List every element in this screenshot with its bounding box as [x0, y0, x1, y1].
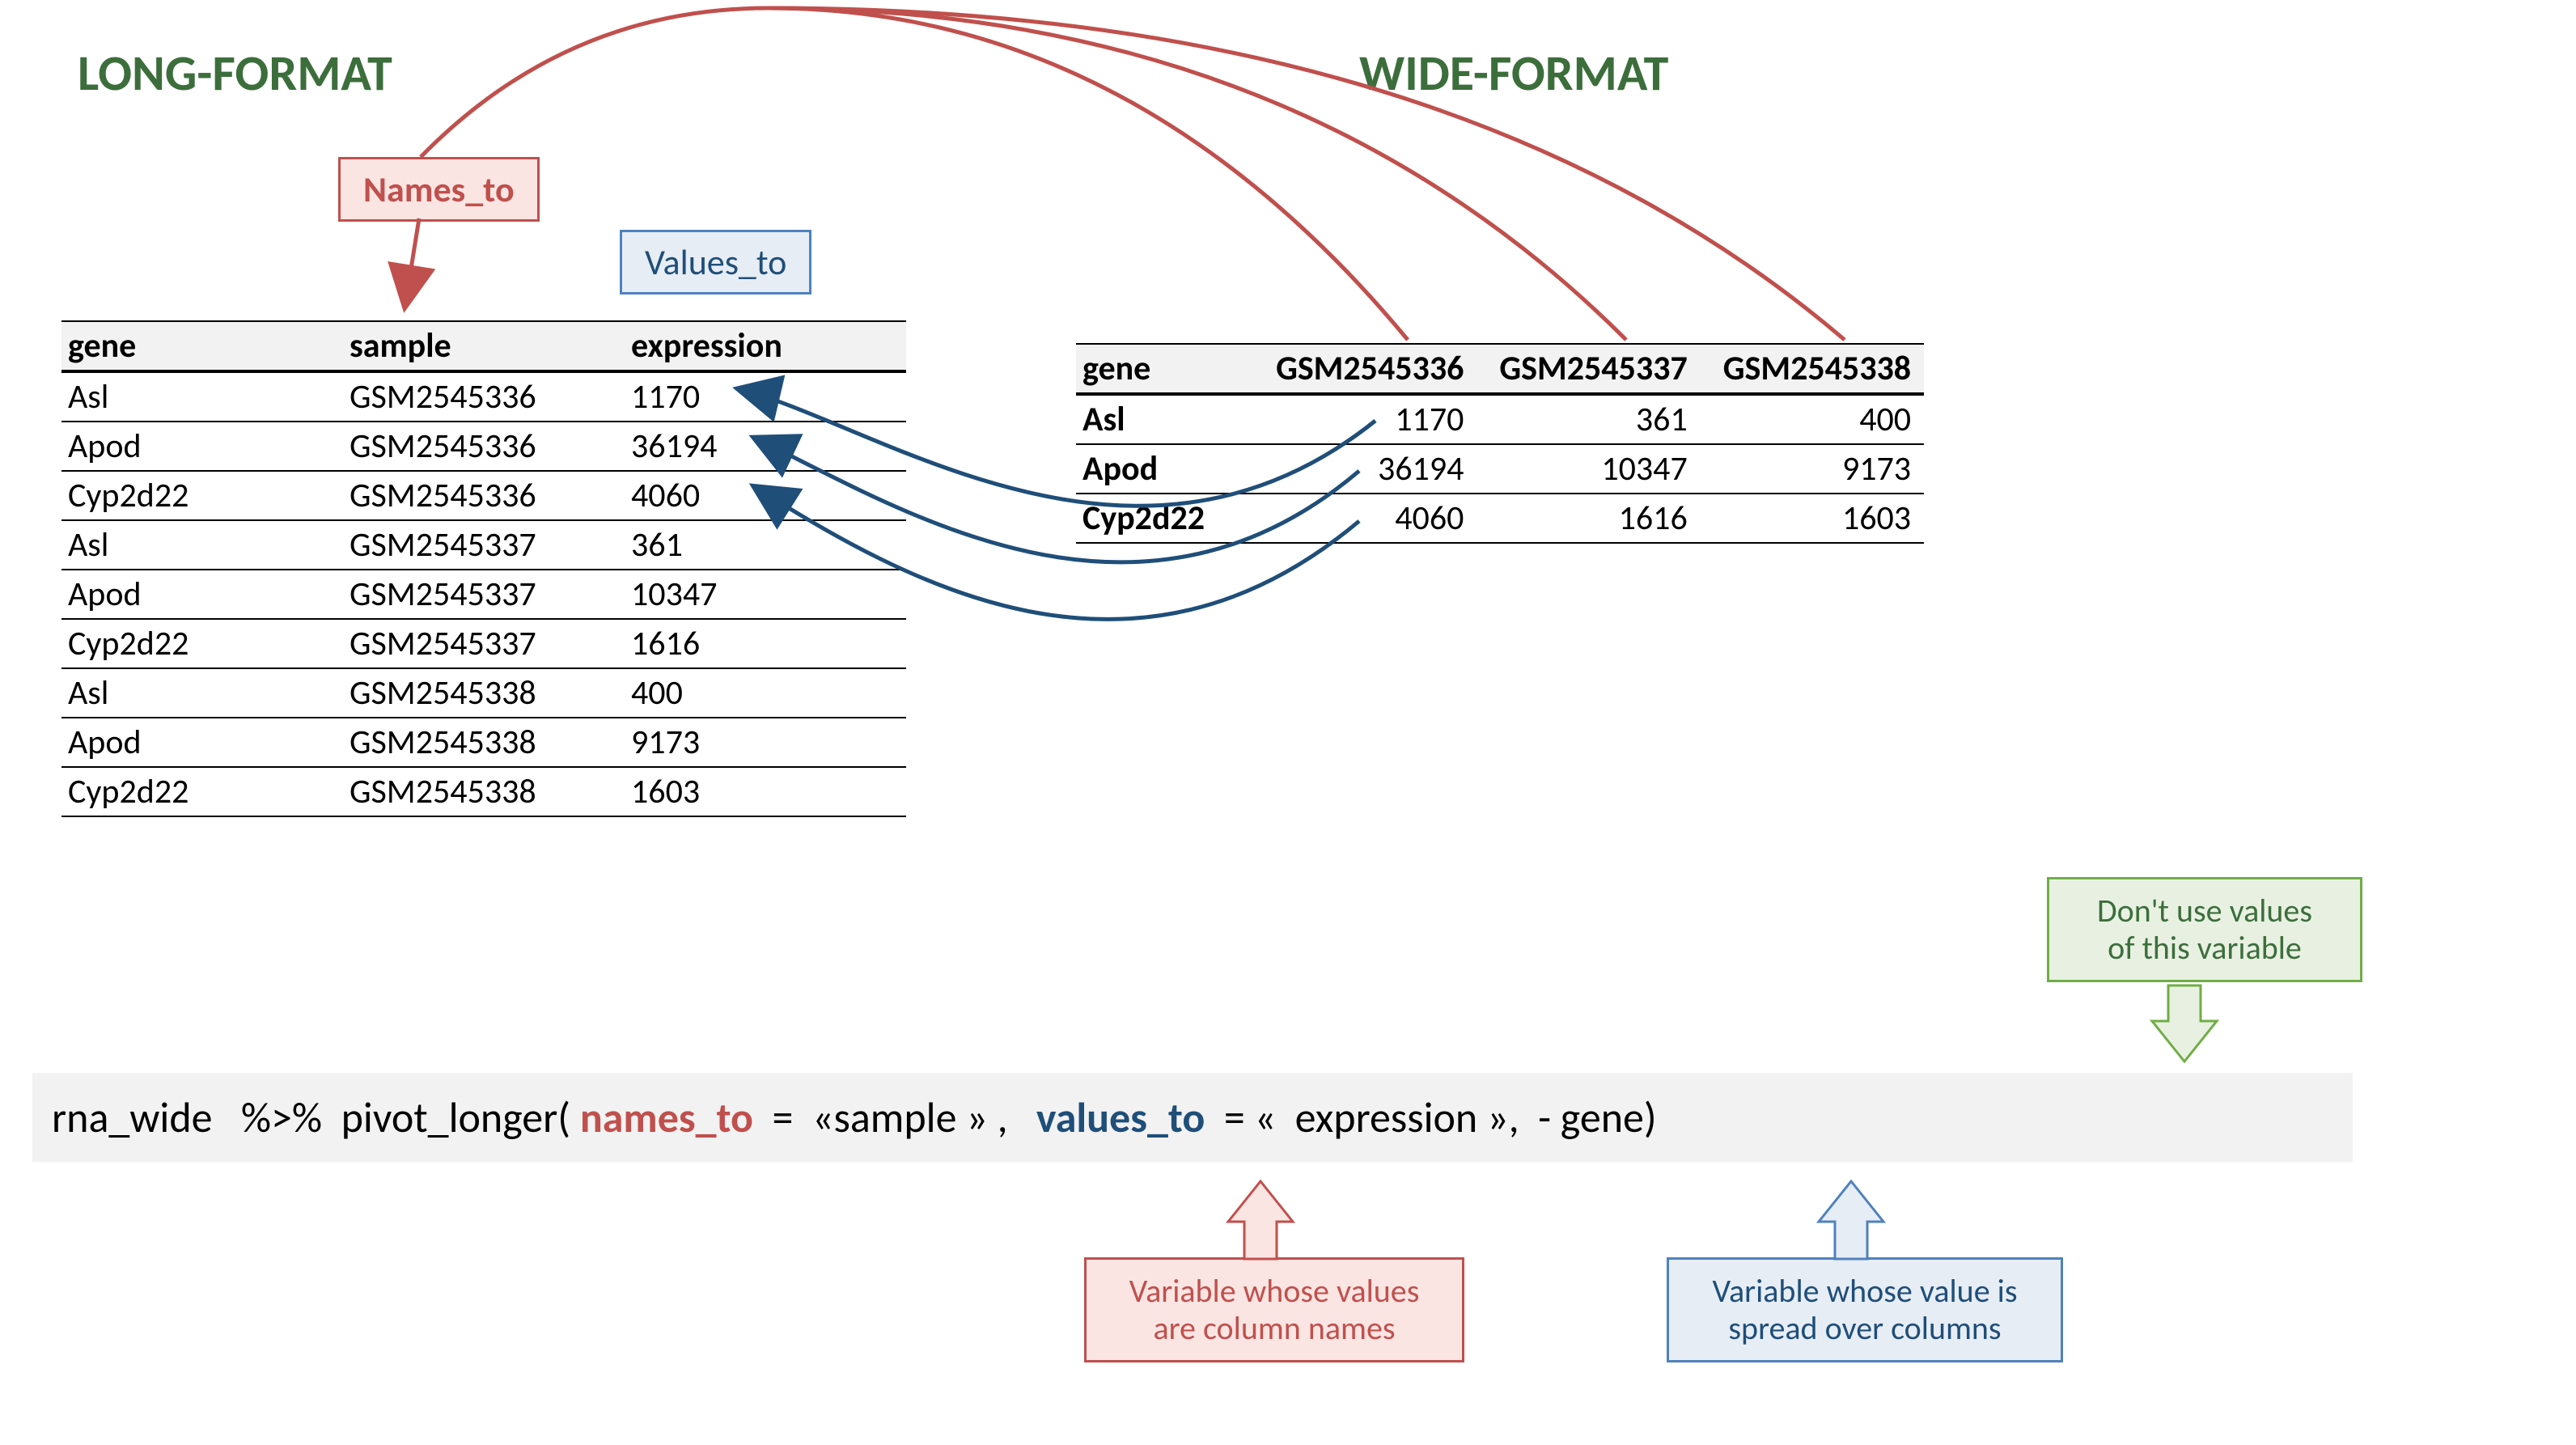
- table-row: Apod36194103479173: [1076, 444, 1924, 494]
- table-cell: 400: [1701, 394, 1924, 444]
- table-row: Cyp2d22GSM25453364060: [61, 471, 906, 520]
- wide-header-c1: GSM2545336: [1253, 344, 1477, 394]
- table-cell: 36194: [625, 422, 906, 471]
- table-cell: Apod: [61, 570, 343, 619]
- wide-header-gene: gene: [1076, 344, 1253, 394]
- table-cell: GSM2545338: [343, 718, 625, 767]
- code-bar: rna_wide %>% pivot_longer( names_to = «s…: [32, 1073, 2353, 1162]
- code-text-2: = «sample » ,: [753, 1091, 1036, 1143]
- code-text-3: = « expression », - gene): [1205, 1091, 1656, 1143]
- table-cell: Asl: [61, 668, 343, 718]
- table-row: AslGSM25453361170: [61, 371, 906, 422]
- table-cell: GSM2545337: [343, 520, 625, 570]
- table-cell: GSM2545336: [343, 371, 625, 422]
- table-cell: 361: [1477, 394, 1700, 444]
- values-to-label-box: Values_to: [620, 230, 811, 295]
- table-row: Asl1170361400: [1076, 394, 1924, 444]
- table-cell: Cyp2d22: [61, 619, 343, 668]
- table-cell: 1603: [625, 767, 906, 816]
- table-row: ApodGSM254533636194: [61, 422, 906, 471]
- table-cell: 9173: [625, 718, 906, 767]
- long-format-title: LONG-FORMAT: [78, 42, 392, 104]
- long-header-gene: gene: [61, 321, 343, 371]
- callout-values-to: Variable whose value isspread over colum…: [1667, 1257, 2063, 1362]
- names-to-label-box: Names_to: [338, 157, 540, 222]
- callout-names-to: Variable whose valuesare column names: [1084, 1257, 1464, 1362]
- long-format-table: gene sample expression AslGSM25453361170…: [61, 320, 906, 817]
- table-row: AslGSM2545338400: [61, 668, 906, 718]
- code-text-1: rna_wide %>% pivot_longer(: [52, 1091, 580, 1143]
- table-row: AslGSM2545337361: [61, 520, 906, 570]
- callout-blue-arrow-icon: [1819, 1181, 1883, 1259]
- table-cell: 1170: [625, 371, 906, 422]
- table-cell: 1170: [1253, 394, 1477, 444]
- table-cell: Cyp2d22: [1076, 494, 1253, 543]
- wide-header-c2: GSM2545337: [1477, 344, 1700, 394]
- table-cell: 1616: [625, 619, 906, 668]
- code-values-to: values_to: [1036, 1091, 1205, 1143]
- table-cell: GSM2545336: [343, 422, 625, 471]
- table-cell: GSM2545338: [343, 767, 625, 816]
- table-row: Cyp2d22406016161603: [1076, 494, 1924, 543]
- table-cell: Apod: [61, 422, 343, 471]
- table-cell: 400: [625, 668, 906, 718]
- long-header-expression: expression: [625, 321, 906, 371]
- table-cell: GSM2545336: [343, 471, 625, 520]
- table-cell: GSM2545338: [343, 668, 625, 718]
- table-cell: Cyp2d22: [61, 767, 343, 816]
- table-cell: 1616: [1477, 494, 1700, 543]
- long-header-sample: sample: [343, 321, 625, 371]
- table-row: Cyp2d22GSM25453371616: [61, 619, 906, 668]
- callout-red-arrow-icon: [1228, 1181, 1293, 1259]
- wide-header-c3: GSM2545338: [1701, 344, 1924, 394]
- table-cell: Apod: [1076, 444, 1253, 494]
- table-cell: GSM2545337: [343, 619, 625, 668]
- wide-format-title: WIDE-FORMAT: [1359, 42, 1668, 104]
- table-row: ApodGSM25453389173: [61, 718, 906, 767]
- table-cell: Cyp2d22: [61, 471, 343, 520]
- table-cell: 36194: [1253, 444, 1477, 494]
- table-cell: Asl: [61, 520, 343, 570]
- table-cell: Asl: [61, 371, 343, 422]
- table-cell: 361: [625, 520, 906, 570]
- table-cell: Asl: [1076, 394, 1253, 444]
- table-cell: 4060: [625, 471, 906, 520]
- wide-format-table: gene GSM2545336 GSM2545337 GSM2545338 As…: [1076, 343, 1924, 544]
- callout-green-arrow-icon: [2152, 985, 2217, 1062]
- table-row: ApodGSM254533710347: [61, 570, 906, 619]
- table-row: Cyp2d22GSM25453381603: [61, 767, 906, 816]
- code-names-to: names_to: [580, 1091, 753, 1143]
- table-cell: Apod: [61, 718, 343, 767]
- callout-gene: Don't use valuesof this variable: [2047, 877, 2362, 982]
- table-cell: 4060: [1253, 494, 1477, 543]
- table-cell: 1603: [1701, 494, 1924, 543]
- table-cell: 9173: [1701, 444, 1924, 494]
- table-cell: 10347: [1477, 444, 1700, 494]
- table-cell: GSM2545337: [343, 570, 625, 619]
- table-cell: 10347: [625, 570, 906, 619]
